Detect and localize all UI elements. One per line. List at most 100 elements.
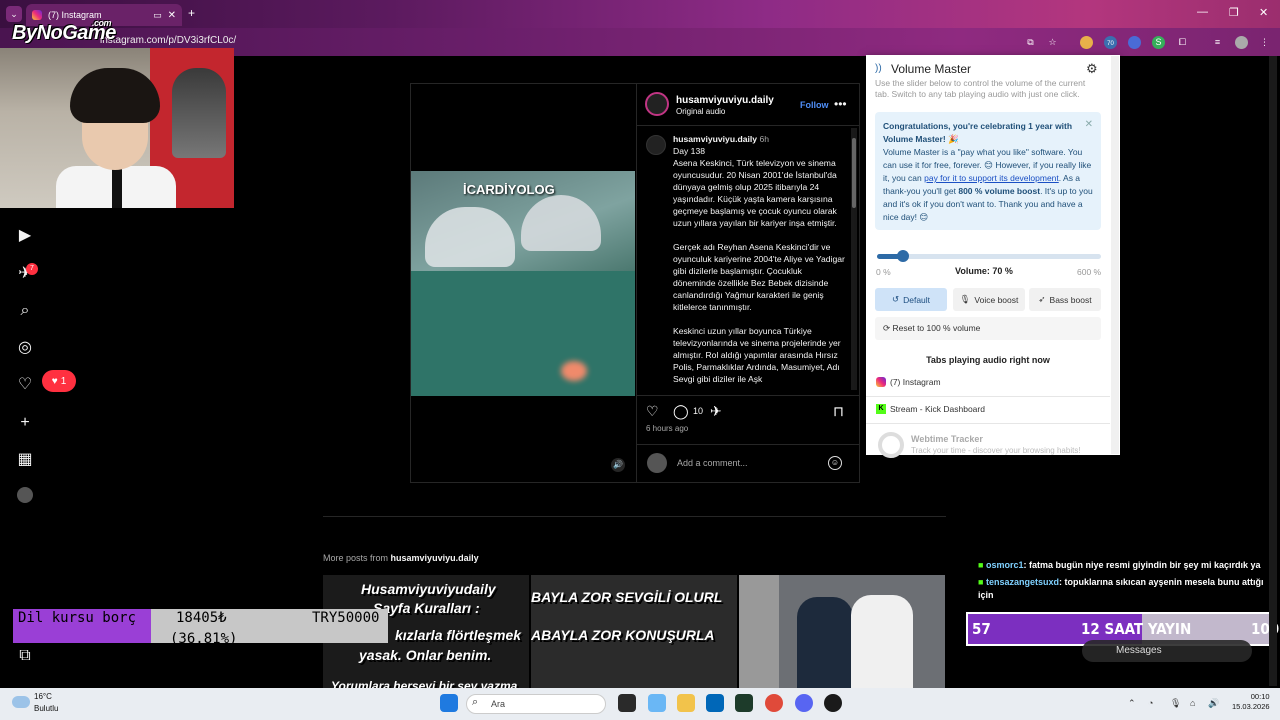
settings-gear-icon[interactable]: ⚙: [1086, 61, 1098, 77]
dashboard-icon[interactable]: ▦: [14, 449, 36, 471]
task-view-icon[interactable]: [618, 694, 636, 712]
taskbar-clock[interactable]: 00:10 15.03.2026: [1232, 692, 1270, 712]
obs-icon[interactable]: [824, 694, 842, 712]
close-banner-icon[interactable]: ✕: [1085, 118, 1093, 131]
profile-icon[interactable]: [17, 487, 33, 503]
copilot-icon[interactable]: [648, 694, 666, 712]
more-posts-user[interactable]: husamviyuviyu.daily: [391, 553, 479, 563]
tray-icon[interactable]: ◔: [1148, 698, 1153, 708]
default-preset-button[interactable]: ↺ Default: [875, 288, 947, 311]
popup-title: Volume Master: [891, 62, 972, 76]
browser-menu-icon[interactable]: ⋮: [1258, 36, 1271, 49]
comment-icon[interactable]: ◯: [673, 403, 689, 420]
popup-scrollbar[interactable]: [1111, 56, 1119, 454]
restore-button[interactable]: ❐: [1229, 6, 1239, 19]
wall-portrait: [172, 68, 226, 158]
extensions-puzzle-icon[interactable]: ⧠: [1176, 36, 1189, 49]
bookmark-star-icon[interactable]: ☆: [1046, 36, 1059, 49]
close-window-button[interactable]: ✕: [1259, 6, 1268, 19]
post-author-avatar[interactable]: [645, 92, 669, 116]
notifications-heart-icon[interactable]: ♡: [14, 374, 36, 396]
like-icon[interactable]: ♡: [646, 403, 659, 420]
congrats-banner: ✕ Congratulations, you're celebrating 1 …: [875, 112, 1101, 230]
profile-avatar[interactable]: [1235, 36, 1248, 49]
chat-badge-icon: ■: [978, 577, 984, 587]
minimize-button[interactable]: —: [1197, 6, 1208, 18]
promo-title[interactable]: Webtime Tracker: [911, 434, 983, 444]
support-link[interactable]: pay for it to support its development: [924, 173, 1059, 183]
thumb-text: ABAYLA ZOR KONUŞURLA: [531, 627, 715, 643]
audio-tab-item[interactable]: K Stream - Kick Dashboard: [876, 404, 985, 414]
chat-badge-icon: ■: [978, 560, 984, 570]
extension-icon-2[interactable]: [1128, 36, 1141, 49]
create-icon[interactable]: +: [14, 412, 36, 434]
reset-label: Reset to 100 % volume: [892, 323, 981, 333]
extension-icon[interactable]: [1080, 36, 1093, 49]
chrome-icon[interactable]: [765, 694, 783, 712]
more-icon[interactable]: ⧉: [14, 645, 36, 667]
tab-audio-icon[interactable]: ▭: [153, 10, 162, 21]
tray-chevron-icon[interactable]: ⌃: [1128, 698, 1136, 709]
microphone-tray-icon[interactable]: 🎙: [1170, 698, 1181, 709]
donation-amount: 18405₺: [176, 610, 227, 626]
voice-boost-button[interactable]: 🎙 Voice boost: [953, 288, 1025, 311]
post-timestamp: 6 hours ago: [646, 424, 689, 433]
caption-username[interactable]: husamviyuviyu.daily: [673, 134, 757, 144]
bass-boost-button[interactable]: ➶ Bass boost: [1029, 288, 1101, 311]
app-icon[interactable]: [735, 694, 753, 712]
post-thumbnail[interactable]: BAYLA ZOR SEVGİLİ OLURL ABAYLA ZOR KONUŞ…: [531, 575, 737, 688]
volume-icon: )): [875, 63, 882, 74]
video-frame[interactable]: [411, 171, 635, 396]
volume-slider-handle[interactable]: [897, 250, 909, 262]
page-scrollbar[interactable]: [1269, 56, 1277, 686]
likes-pill[interactable]: ♥ 1: [42, 370, 76, 392]
discord-icon[interactable]: [795, 694, 813, 712]
reels-icon[interactable]: ▶: [14, 225, 36, 247]
reset-volume-button[interactable]: ⟳ Reset to 100 % volume: [875, 317, 1101, 340]
tab-search-button[interactable]: ⌄: [6, 6, 22, 22]
new-tab-button[interactable]: +: [188, 6, 195, 20]
messages-button[interactable]: Messages: [1082, 640, 1252, 662]
file-explorer-icon[interactable]: [677, 694, 695, 712]
volume-readout: Volume: 70 %: [955, 266, 1013, 276]
volume-master-extension-icon[interactable]: 70: [1104, 36, 1117, 49]
caption-paragraph: Asena Keskinci, Türk televizyon ve sinem…: [673, 158, 837, 228]
comment-divider: [636, 444, 859, 445]
search-icon[interactable]: ⌕: [14, 300, 36, 322]
instagram-favicon-icon: [32, 10, 42, 20]
microphone-icon: 🎙: [959, 294, 971, 304]
store-icon[interactable]: [706, 694, 724, 712]
taskbar-search[interactable]: Ara: [466, 694, 606, 714]
volume-slider-track[interactable]: [877, 254, 1101, 259]
post-caption: husamviyuviyu.daily 6h Day 138 Asena Kes…: [673, 133, 845, 391]
caption-day: Day 138: [673, 146, 706, 156]
audio-tab-item[interactable]: (7) Instagram: [876, 377, 941, 387]
caption-scroll-thumb[interactable]: [852, 138, 856, 208]
save-icon[interactable]: ⊓: [833, 403, 844, 420]
more-options-icon[interactable]: •••: [834, 97, 847, 111]
emoji-icon[interactable]: ☺: [828, 456, 842, 470]
extension-icon-3[interactable]: S: [1152, 36, 1165, 49]
weather-temp[interactable]: 16°C: [34, 692, 52, 701]
reading-list-icon[interactable]: ≡: [1211, 36, 1224, 49]
voice-label: Voice boost: [974, 294, 1019, 305]
post-audio-link[interactable]: Original audio: [676, 107, 725, 116]
address-bar[interactable]: instagram.com/p/DV3i3rfCL0c/: [100, 35, 236, 46]
more-posts-prefix: More posts from: [323, 553, 389, 563]
weather-cloud-icon: [12, 696, 30, 708]
share-icon[interactable]: ✈: [710, 403, 722, 420]
cast-icon[interactable]: ⧉: [1024, 36, 1037, 49]
follow-button[interactable]: Follow: [800, 100, 829, 110]
speaker-icon[interactable]: 🔊: [1208, 698, 1219, 709]
windows-start-icon[interactable]: [440, 694, 458, 712]
post-author-name[interactable]: husamviyuviyu.daily: [676, 95, 774, 106]
explore-icon[interactable]: ◎: [14, 337, 36, 359]
network-icon[interactable]: ⌂: [1190, 698, 1195, 708]
caption-avatar[interactable]: [646, 135, 666, 155]
post-thumbnail[interactable]: [739, 575, 945, 688]
promo-subtitle: Track your time - discover your browsing…: [911, 446, 1081, 455]
comment-input[interactable]: Add a comment...: [677, 458, 748, 468]
extension-badge: 70: [1107, 41, 1114, 47]
close-tab-icon[interactable]: ✕: [168, 10, 176, 21]
audio-toggle-icon[interactable]: 🔊: [611, 458, 625, 472]
